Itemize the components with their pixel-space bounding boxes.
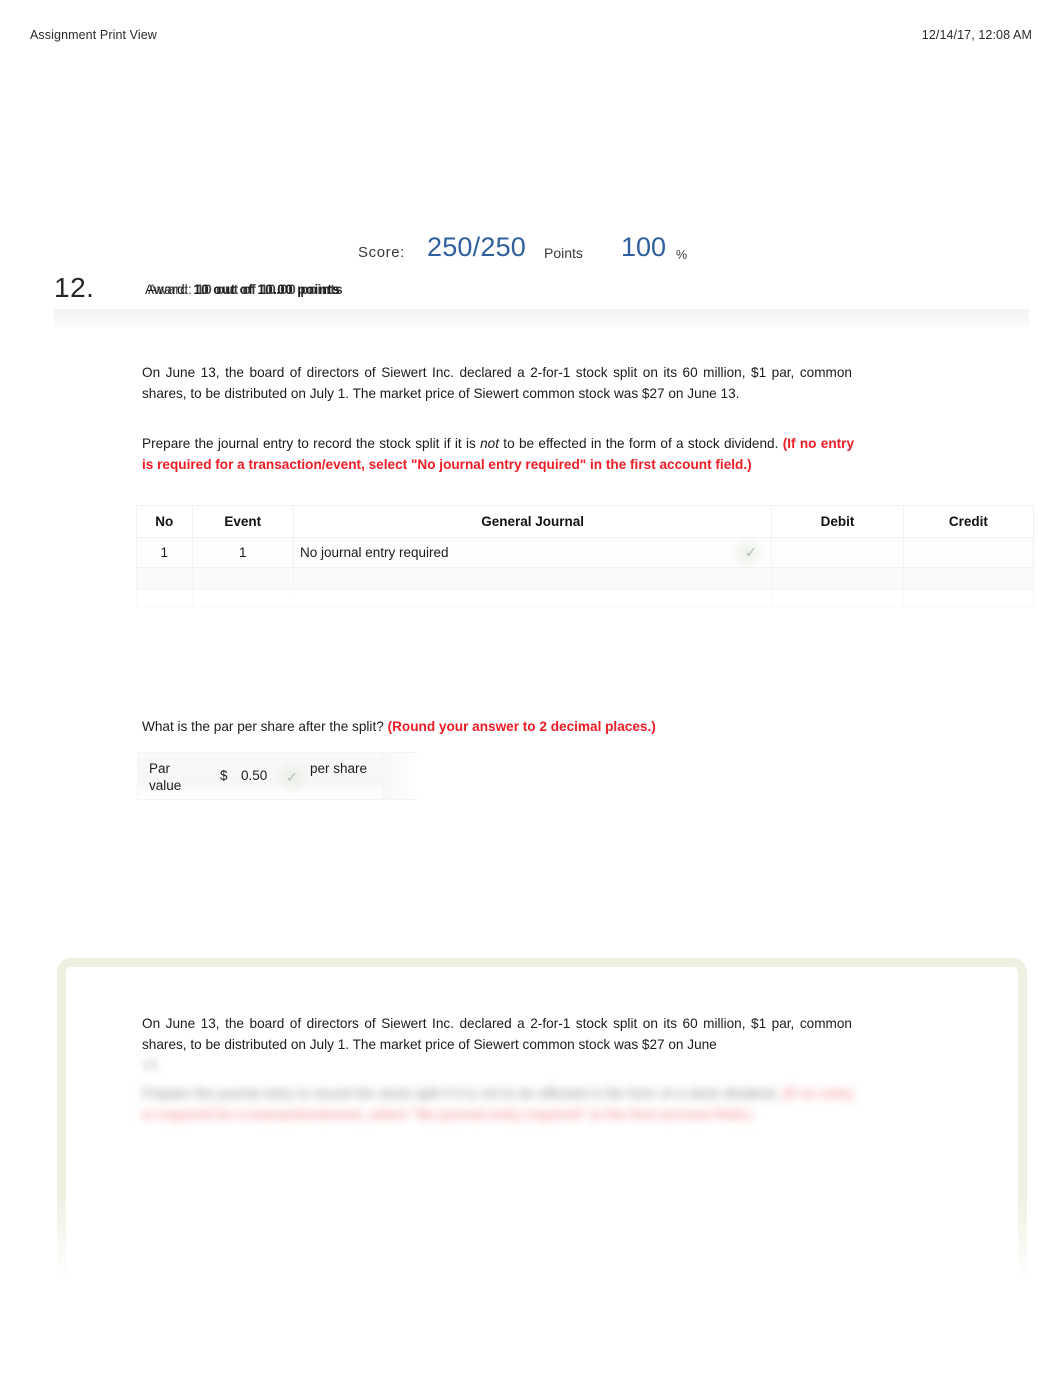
explanation-part1: Prepare the journal entry to record the … — [142, 1086, 481, 1101]
cell-no-empty[interactable] — [136, 567, 193, 590]
table-row-empty — [136, 567, 1035, 590]
explanation-stem-tail: 13. — [142, 1057, 161, 1072]
column-header-general-journal: General Journal — [292, 505, 773, 538]
par-value-label: Par value — [149, 761, 182, 793]
cell-event: 1 — [191, 537, 294, 568]
par-question-text: What is the par per share after the spli… — [142, 719, 388, 734]
question-instructions: Prepare the journal entry to record the … — [142, 434, 854, 475]
cell-event-empty[interactable] — [191, 567, 294, 590]
cell-journal-empty[interactable] — [292, 589, 773, 608]
print-timestamp: 12/14/17, 12:08 AM — [921, 28, 1032, 42]
column-header-debit: Debit — [771, 505, 904, 538]
column-header-event: Event — [191, 505, 294, 538]
table-row-empty — [136, 589, 1035, 608]
explanation-instructions: Prepare the journal entry to record the … — [142, 1084, 854, 1125]
cell-event-empty[interactable] — [191, 589, 294, 608]
par-value-unit: per share — [310, 761, 368, 776]
par-question-alert: (Round your answer to 2 decimal places.) — [387, 719, 656, 734]
page-title: Assignment Print View — [30, 28, 157, 42]
instructions-emphasis: not — [480, 436, 499, 451]
instructions-part1: Prepare the journal entry to record the … — [142, 436, 481, 451]
cell-journal-empty[interactable] — [292, 567, 773, 590]
par-value-answer-box: Par value $ 0.50 ✓ per share — [137, 752, 418, 800]
score-summary: Score: 250/250 Points 100 % — [0, 232, 1062, 268]
cell-credit[interactable] — [902, 537, 1035, 568]
question-header-band — [54, 309, 1029, 327]
check-icon: ✓ — [744, 544, 758, 561]
currency-symbol: $ — [220, 768, 228, 783]
score-points-label: Points — [544, 245, 583, 261]
column-header-no: No — [136, 505, 193, 538]
score-percent: 100 — [621, 232, 667, 262]
percent-symbol: % — [676, 248, 688, 262]
explanation-emphasis: not — [480, 1086, 499, 1101]
table-row: 1 1 No journal entry required ✓ — [136, 537, 1035, 568]
par-value-amount[interactable]: 0.50 — [241, 768, 267, 783]
cell-debit-empty[interactable] — [771, 589, 904, 608]
cell-credit-empty[interactable] — [902, 567, 1035, 590]
par-box-tail — [382, 753, 418, 799]
check-icon: ✓ — [286, 769, 298, 785]
column-header-credit: Credit — [902, 505, 1035, 538]
question-stem: On June 13, the board of directors of Si… — [142, 365, 852, 401]
print-page-header: Assignment Print View 12/14/17, 12:08 AM — [0, 28, 1062, 48]
award-text-layer-2: Award: 10 out of 10.00 points — [148, 282, 344, 297]
cell-credit-empty[interactable] — [902, 589, 1035, 608]
score-label: Score: — [358, 244, 405, 261]
explanation-stem-main: On June 13, the board of directors of Si… — [142, 1016, 852, 1052]
award-value-2: 10 out of 10.00 points — [196, 282, 344, 297]
explanation-stem: On June 13, the board of directors of Si… — [142, 1014, 852, 1076]
cell-general-journal[interactable]: No journal entry required ✓ — [292, 537, 773, 568]
instructions-part2: to be effected in the form of a stock di… — [499, 436, 783, 451]
table-header-row: No Event General Journal Debit Credit — [136, 505, 1035, 538]
cell-no: 1 — [136, 537, 193, 568]
score-value: 250/250 — [427, 232, 526, 262]
journal-account-text: No journal entry required — [299, 545, 449, 560]
par-value-question: What is the par per share after the spli… — [142, 717, 902, 737]
cell-debit-empty[interactable] — [771, 567, 904, 590]
journal-entry-table: No Event General Journal Debit Credit 1 … — [136, 505, 1035, 608]
question-number: 12. — [54, 272, 95, 303]
explanation-part2: to be effected in the form of a stock di… — [499, 1086, 783, 1101]
cell-no-empty[interactable] — [136, 589, 193, 608]
cell-debit[interactable] — [771, 537, 904, 568]
